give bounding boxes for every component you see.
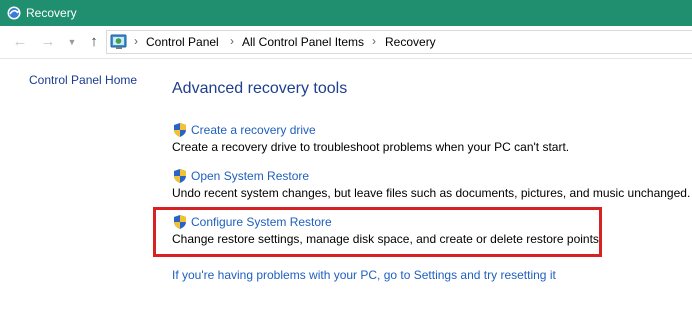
- forward-button[interactable]: →: [40, 34, 56, 50]
- breadcrumb-all-items[interactable]: All Control Panel Items: [242, 35, 364, 49]
- task-description: Create a recovery drive to troubleshoot …: [172, 140, 570, 154]
- task-description: Undo recent system changes, but leave fi…: [172, 186, 691, 200]
- breadcrumb-recovery[interactable]: Recovery: [385, 35, 436, 49]
- window-title: Recovery: [26, 6, 77, 20]
- open-system-restore-link[interactable]: Open System Restore: [191, 169, 309, 183]
- breadcrumb-separator[interactable]: ›: [230, 34, 234, 48]
- breadcrumb-separator[interactable]: ›: [134, 34, 138, 48]
- up-button[interactable]: ↑: [86, 34, 102, 50]
- main-content: Advanced recovery tools Create a recover…: [172, 58, 692, 311]
- control-panel-home-link[interactable]: Control Panel Home: [29, 73, 137, 87]
- reset-pc-settings-link[interactable]: If you're having problems with your PC, …: [172, 268, 556, 282]
- uac-shield-icon: [174, 169, 186, 183]
- control-panel-icon: [110, 34, 127, 49]
- back-button[interactable]: ←: [12, 34, 28, 50]
- address-bar[interactable]: › Control Panel › All Control Panel Item…: [106, 30, 692, 54]
- breadcrumb-control-panel[interactable]: Control Panel: [146, 35, 219, 49]
- highlight-box: [153, 207, 602, 257]
- breadcrumb-separator[interactable]: ›: [372, 34, 376, 48]
- navigation-bar: ← → ▼ ↑ › Control Panel › All Control Pa…: [0, 26, 692, 59]
- title-bar: Recovery: [0, 0, 692, 26]
- left-pane: Control Panel Home: [0, 58, 160, 311]
- page-heading: Advanced recovery tools: [172, 80, 348, 97]
- create-recovery-drive-link[interactable]: Create a recovery drive: [191, 123, 316, 137]
- recent-locations-dropdown[interactable]: ▼: [64, 34, 80, 50]
- uac-shield-icon: [174, 123, 186, 137]
- recovery-app-icon: [7, 6, 21, 20]
